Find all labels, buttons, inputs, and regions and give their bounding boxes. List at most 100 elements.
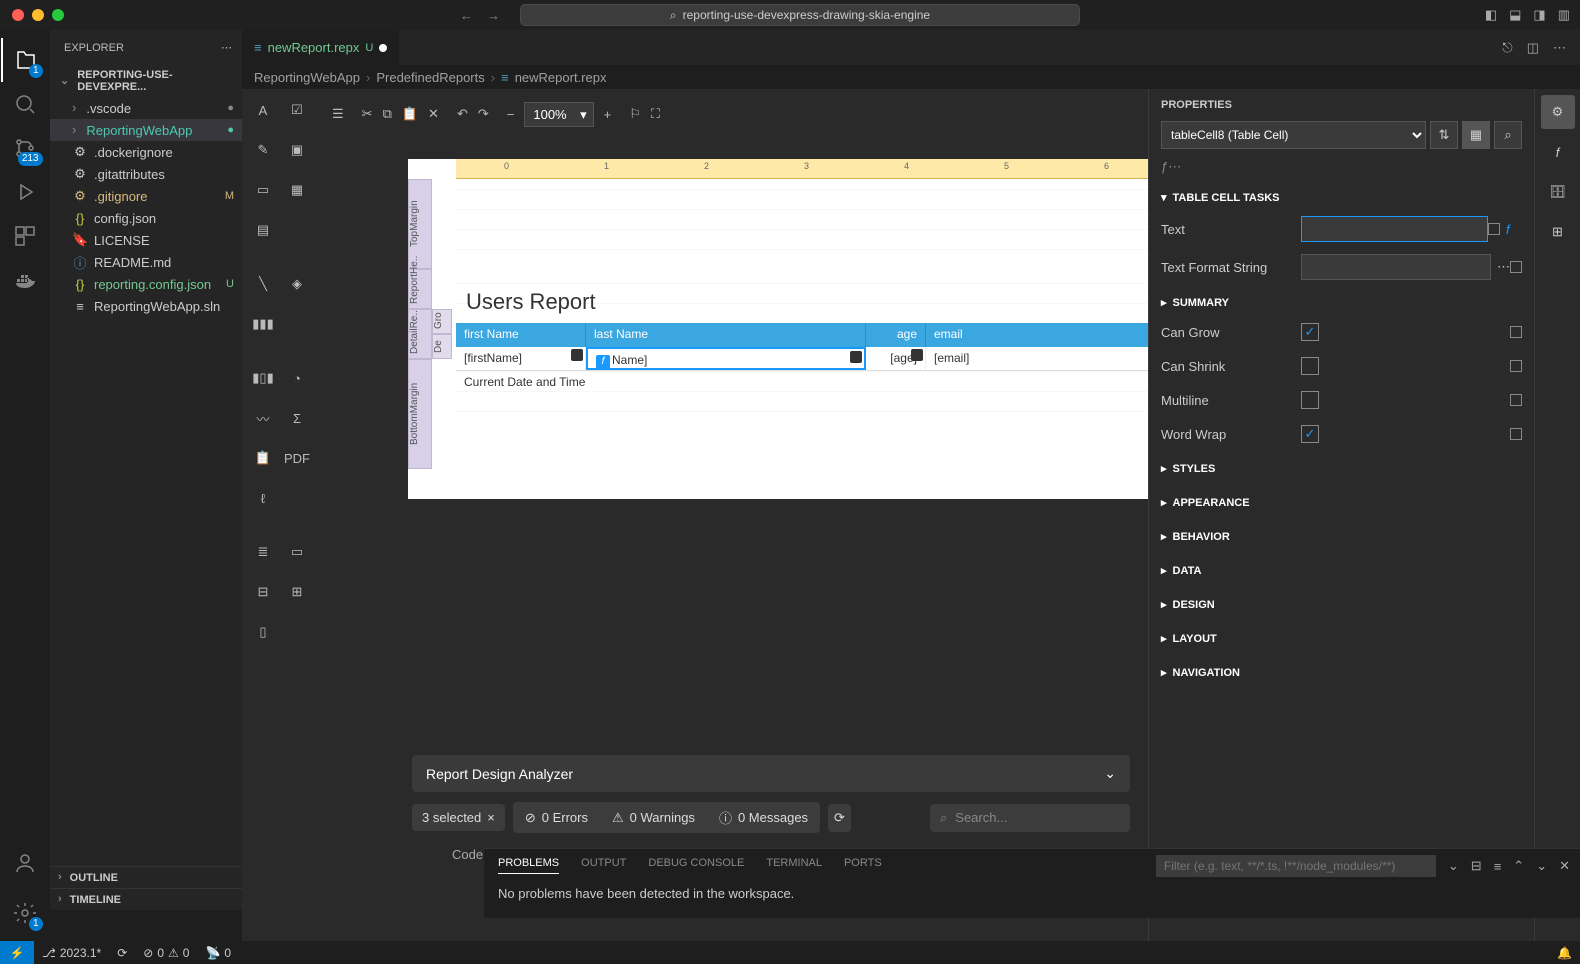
selected-filter[interactable]: 3 selected× — [412, 804, 505, 831]
menu-icon[interactable]: ☰ — [332, 106, 344, 122]
layout-bottom-icon[interactable]: ⬓ — [1509, 7, 1521, 23]
nav-back-icon[interactable]: ← — [460, 8, 473, 23]
section-behavior[interactable]: ▸BEHAVIOR — [1149, 519, 1534, 553]
activity-settings-icon[interactable]: 1 — [1, 891, 49, 935]
tool-image-icon[interactable]: ▣ — [281, 134, 313, 166]
tool-gauge-icon[interactable]: ◔ — [281, 362, 313, 394]
tool-pagebreak-icon[interactable]: ⊟ — [247, 576, 279, 608]
tree-file-config[interactable]: {}config.json — [50, 207, 242, 229]
clear-icon[interactable]: × — [487, 810, 495, 825]
tree-folder-reportingwebapp[interactable]: ReportingWebApp● — [50, 119, 242, 141]
tree-file-gitignore[interactable]: ⚙.gitignoreM — [50, 185, 242, 207]
section-appearance[interactable]: ▸APPEARANCE — [1149, 485, 1534, 519]
tool-subreport-icon[interactable]: ▯ — [247, 616, 279, 648]
section-design[interactable]: ▸DESIGN — [1149, 587, 1534, 621]
view-as-tree-icon[interactable]: ≡ — [1494, 859, 1502, 874]
activity-extensions-icon[interactable] — [1, 214, 49, 258]
layout-left-icon[interactable]: ◧ — [1485, 7, 1497, 23]
selected-cell[interactable]: fName] — [586, 347, 866, 370]
expressions-tab-icon[interactable]: f — [1541, 135, 1575, 169]
zoom-in-icon[interactable]: + — [604, 107, 612, 122]
problems-status[interactable]: ⊘0 ⚠0 — [135, 946, 197, 960]
analyzer-search[interactable]: ⌕Search... — [930, 804, 1130, 832]
wordwrap-checkbox[interactable]: ✓ — [1301, 425, 1319, 443]
zoom-out-icon[interactable]: − — [507, 107, 515, 122]
tab-terminal[interactable]: TERMINAL — [766, 857, 822, 874]
explorer-more-icon[interactable]: ⋯ — [221, 41, 232, 54]
analyzer-header[interactable]: Report Design Analyzer ⌄ — [412, 755, 1130, 792]
reset-icon[interactable] — [1488, 223, 1500, 235]
tree-folder-vscode[interactable]: .vscode● — [50, 97, 242, 119]
ellipsis-icon[interactable]: ⋯ — [1497, 259, 1510, 275]
tool-clipboard-icon[interactable]: 📋 — [247, 442, 279, 474]
date-cell[interactable]: Current Date and Time — [456, 371, 1188, 431]
chevron-down-icon[interactable]: ⌄ — [1536, 858, 1547, 874]
chevron-up-icon[interactable]: ⌃ — [1513, 858, 1524, 874]
layout-right-icon[interactable]: ◨ — [1533, 7, 1545, 23]
search-props-icon[interactable]: ⌕ — [1494, 121, 1522, 149]
reset-icon[interactable] — [1510, 394, 1522, 406]
reset-icon[interactable] — [1510, 326, 1522, 338]
tree-file-sln[interactable]: ≡ReportingWebApp.sln — [50, 295, 242, 317]
tool-signature-icon[interactable]: ℓ — [247, 482, 279, 514]
cut-icon[interactable]: ✂ — [362, 106, 373, 122]
tool-checkbox-icon[interactable]: ☑ — [281, 94, 313, 126]
nav-forward-icon[interactable]: → — [487, 8, 500, 23]
more-actions-icon[interactable]: ⋯ — [1553, 40, 1566, 56]
chevron-down-icon[interactable]: ⌄ — [1104, 765, 1116, 782]
tool-line-icon[interactable]: ╲ — [247, 268, 279, 300]
expression-icon[interactable]: ƒ⋯ — [1149, 153, 1534, 181]
tool-shape-icon[interactable]: ◈ — [281, 268, 313, 300]
band-group[interactable]: Gro — [432, 309, 452, 334]
errors-filter[interactable]: ⊘0 Errors — [513, 802, 600, 833]
section-tablecell[interactable]: ▾TABLE CELL TASKS — [1149, 181, 1534, 210]
canshrink-checkbox[interactable] — [1301, 357, 1319, 375]
zoom-select[interactable]: 100% — [524, 102, 593, 127]
reset-icon[interactable] — [1510, 261, 1522, 273]
band-reportheader[interactable]: ReportHe.. — [408, 269, 432, 309]
layout-customize-icon[interactable]: ▥ — [1558, 7, 1570, 23]
tree-file-license[interactable]: 🔖LICENSE — [50, 229, 242, 251]
notifications-icon[interactable]: 🔔 — [1549, 946, 1580, 960]
problems-filter[interactable] — [1156, 855, 1436, 877]
remote-button[interactable]: ⚡ — [0, 941, 34, 964]
delete-icon[interactable]: ✕ — [428, 106, 439, 122]
fieldlist-tab-icon[interactable]: 🗄 — [1541, 175, 1575, 209]
tab-output[interactable]: OUTPUT — [581, 857, 626, 874]
refresh-button[interactable]: ⟳ — [828, 804, 851, 832]
ports-status[interactable]: 📡0 — [197, 946, 239, 960]
tool-crossband-icon[interactable]: ⊞ — [281, 576, 313, 608]
section-layout[interactable]: ▸LAYOUT — [1149, 621, 1534, 655]
activity-explorer-icon[interactable]: 1 — [1, 38, 49, 82]
table-data-row[interactable]: [firstName] fName] [age] [email] — [456, 347, 1188, 371]
tree-file-dockerignore[interactable]: ⚙.dockerignore — [50, 141, 242, 163]
tab-ports[interactable]: PORTS — [844, 857, 882, 874]
tool-richtext-icon[interactable]: ✎ — [247, 134, 279, 166]
paste-icon[interactable]: 📋 — [402, 106, 418, 122]
tree-file-gitattributes[interactable]: ⚙.gitattributes — [50, 163, 242, 185]
workspace-header[interactable]: REPORTING-USE-DEVEXPRE... — [50, 65, 242, 97]
section-data[interactable]: ▸DATA — [1149, 553, 1534, 587]
multiline-checkbox[interactable] — [1301, 391, 1319, 409]
undo-icon[interactable]: ↶ — [457, 106, 468, 122]
tool-pdf-icon[interactable]: PDF — [281, 442, 313, 474]
fullscreen-icon[interactable]: ⛶ — [651, 106, 660, 122]
split-editor-icon[interactable]: ◫ — [1527, 40, 1539, 56]
outline-section[interactable]: OUTLINE — [50, 866, 242, 888]
sync-status[interactable]: ⟳ — [109, 946, 135, 960]
reset-icon[interactable] — [1510, 428, 1522, 440]
properties-tab-icon[interactable]: ⚙ — [1541, 95, 1575, 129]
branch-status[interactable]: ⎇2023.1* — [34, 946, 109, 960]
section-navigation[interactable]: ▸NAVIGATION — [1149, 655, 1534, 689]
tool-pageinfo-icon[interactable]: ▭ — [281, 536, 313, 568]
section-summary[interactable]: ▸SUMMARY — [1149, 286, 1534, 315]
section-styles[interactable]: ▸STYLES — [1149, 451, 1534, 485]
tool-barcode-icon[interactable]: ▮▮▮ — [247, 308, 279, 340]
reset-icon[interactable] — [1510, 360, 1522, 372]
tool-label-icon[interactable]: A — [247, 94, 279, 126]
tool-table-icon[interactable]: ▦ — [281, 174, 313, 206]
filter-icon[interactable]: ⌄ — [1448, 858, 1459, 874]
tool-toc-icon[interactable]: ≣ — [247, 536, 279, 568]
warnings-filter[interactable]: ⚠0 Warnings — [600, 802, 707, 833]
copy-icon[interactable]: ⧉ — [383, 106, 392, 122]
